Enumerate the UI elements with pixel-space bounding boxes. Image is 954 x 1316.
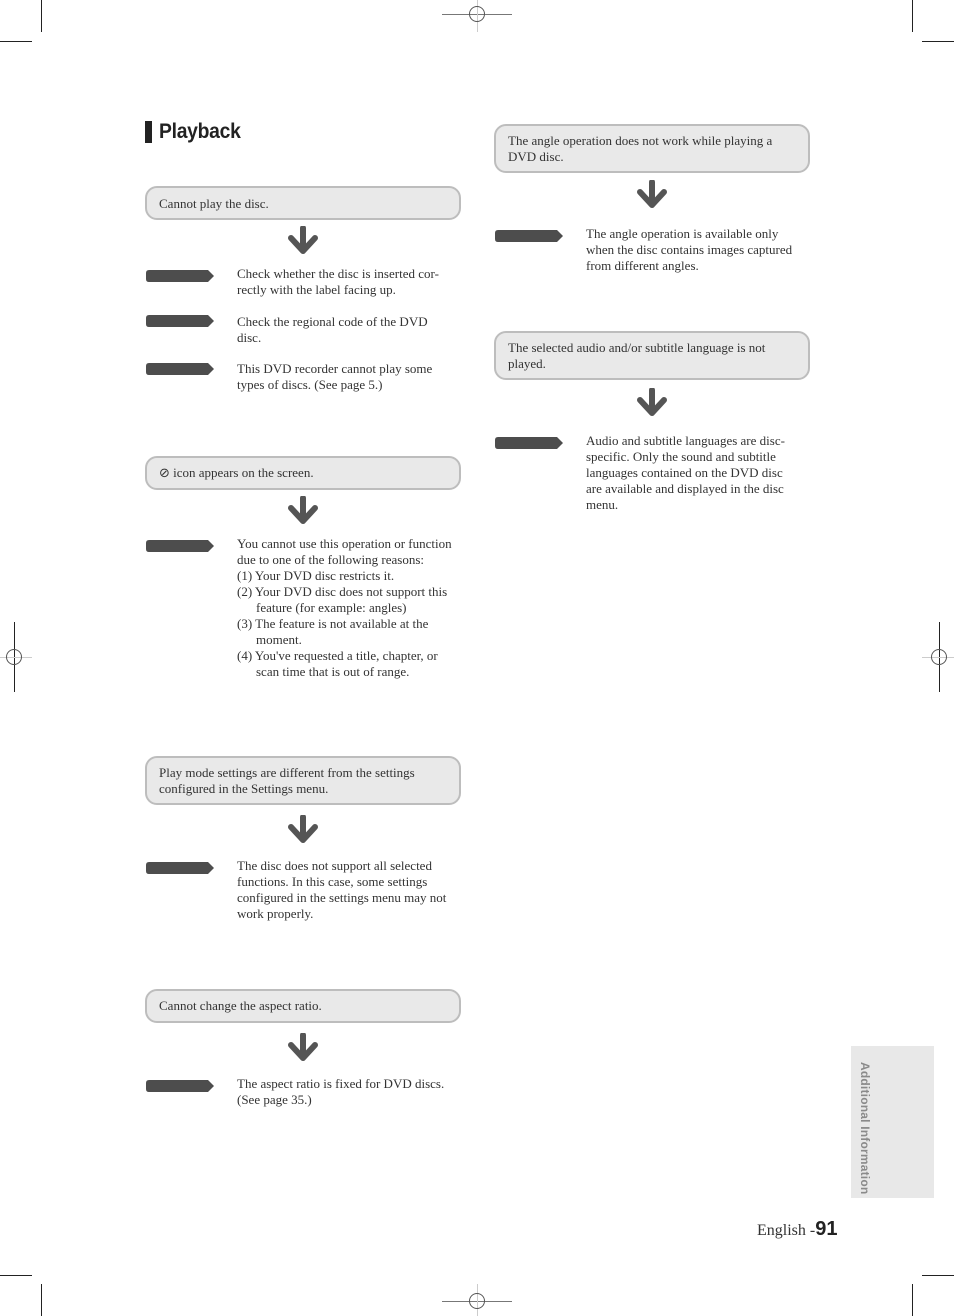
answer-text: This DVD recorder cannot play some types … [237, 361, 462, 393]
registration-mark [469, 1293, 485, 1309]
symptom-box: Play mode settings are different from th… [145, 756, 461, 805]
pointer-tag-icon [495, 230, 563, 242]
down-arrow-icon [637, 180, 667, 208]
symptom-box: The angle operation does not work while … [494, 124, 810, 173]
answer-text: Audio and subtitle languages are disc-sp… [586, 433, 785, 512]
answer-line: types of discs. (See page 5.) [237, 377, 383, 392]
down-arrow-icon [288, 226, 318, 254]
pointer-tag-icon [146, 862, 214, 874]
symptom-box: Cannot change the aspect ratio. [145, 989, 461, 1023]
symptom-text: Play mode settings are different from th… [159, 765, 415, 796]
down-arrow-icon [288, 496, 318, 524]
reason-item: (4) You've requested a title, chapter, o… [237, 648, 438, 679]
page-footer: English -91 [757, 1218, 837, 1241]
registration-mark [469, 6, 485, 22]
answer-text: The angle operation is available only wh… [586, 226, 793, 273]
footer-language: English - [757, 1222, 816, 1239]
registration-mark [931, 649, 947, 665]
symptom-text: The angle operation does not work while … [508, 133, 773, 164]
answer-line: rectly with the label facing up. [237, 282, 396, 297]
symptom-text: Cannot change the aspect ratio. [159, 998, 322, 1013]
pointer-tag-icon [495, 437, 563, 449]
answer-line: Check the regional code of the DVD [237, 314, 428, 329]
symptom-text: icon appears on the screen. [173, 465, 314, 480]
pointer-tag-icon [146, 363, 214, 375]
answer-text: The disc does not support all selected f… [237, 858, 447, 921]
crop-mark [922, 1275, 954, 1276]
answer-text: Check whether the disc is inserted cor-r… [237, 266, 462, 298]
symptom-box: ⊘ icon appears on the screen. [145, 456, 461, 490]
symptom-text: Cannot play the disc. [159, 196, 269, 211]
symptom-box: Cannot play the disc. [145, 186, 461, 220]
pointer-tag-icon [146, 540, 214, 552]
answer-text: Check the regional code of the DVD disc. [237, 314, 462, 346]
registration-mark [6, 649, 22, 665]
crop-mark [41, 0, 42, 32]
heading-bar [145, 121, 152, 143]
pointer-tag-icon [146, 1080, 214, 1092]
pointer-tag-icon [146, 315, 214, 327]
reason-item: (1) Your DVD disc restricts it. [237, 568, 395, 583]
section-heading: Playback [145, 120, 248, 144]
crop-mark [912, 1284, 913, 1316]
answer-line: This DVD recorder cannot play some [237, 361, 433, 376]
down-arrow-icon [288, 815, 318, 843]
side-tab-label: Additional Information [858, 1062, 872, 1195]
crop-mark [912, 0, 913, 32]
symptom-box: The selected audio and/or subtitle langu… [494, 331, 810, 380]
answer-text: The aspect ratio is fixed for DVD discs.… [237, 1076, 445, 1107]
answer-text: You cannot use this operation or functio… [237, 536, 459, 680]
down-arrow-icon [637, 388, 667, 416]
symptom-text: The selected audio and/or subtitle langu… [508, 340, 766, 371]
crop-mark [922, 41, 954, 42]
crop-mark [41, 1284, 42, 1316]
page-number: 91 [815, 1218, 838, 1240]
down-arrow-icon [288, 1033, 318, 1061]
reason-item: (2) Your DVD disc does not support this … [237, 584, 448, 615]
answer-line: disc. [237, 330, 262, 345]
reason-item: (3) The feature is not available at the … [237, 616, 429, 647]
pointer-tag-icon [146, 270, 214, 282]
crop-mark [0, 41, 32, 42]
answer-line: Check whether the disc is inserted cor- [237, 266, 439, 281]
page-title: Playback [159, 120, 241, 143]
crop-mark [0, 1275, 32, 1276]
prohibited-icon: ⊘ [159, 466, 170, 481]
answer-intro: You cannot use this operation or functio… [237, 536, 452, 567]
